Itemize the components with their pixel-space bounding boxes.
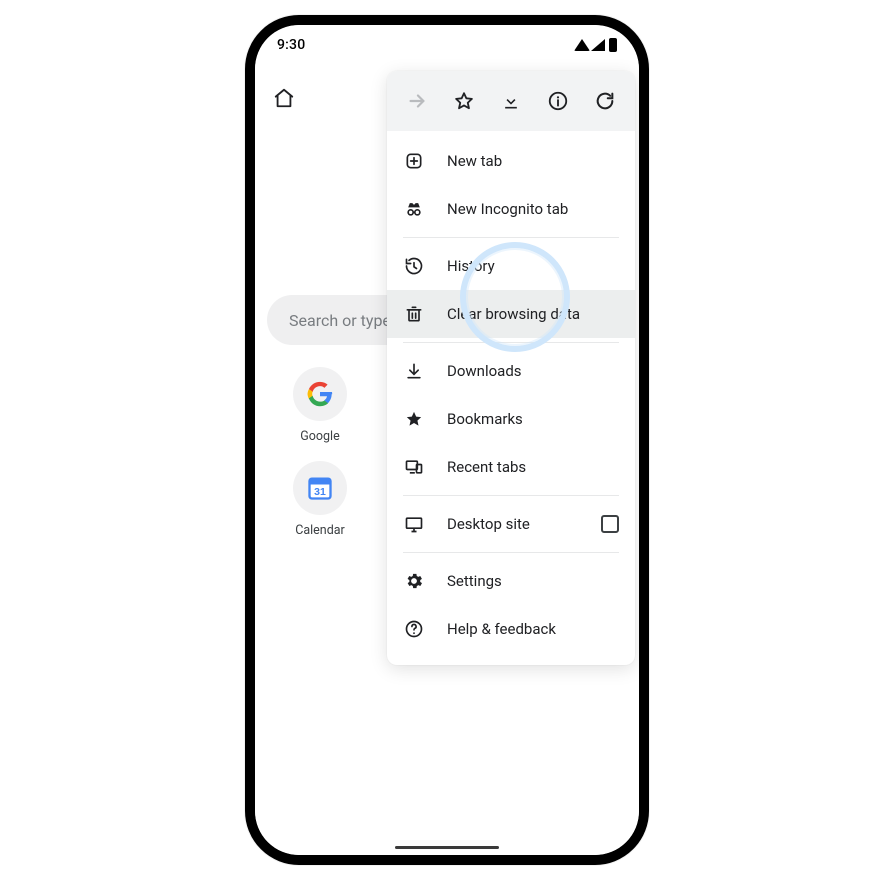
menu-divider <box>403 342 619 343</box>
menu-item-label: Bookmarks <box>447 410 523 428</box>
menu-divider <box>403 495 619 496</box>
gear-icon <box>403 570 425 592</box>
home-button[interactable] <box>264 78 304 118</box>
wifi-icon <box>574 39 590 51</box>
trash-icon <box>403 303 425 325</box>
menu-item-incognito[interactable]: New Incognito tab <box>387 185 635 233</box>
phone-frame: 9:30 <box>245 15 649 865</box>
star-outline-icon <box>453 90 475 112</box>
google-g-icon <box>293 367 347 421</box>
page-info-button[interactable] <box>538 81 578 121</box>
forward-arrow-icon <box>406 90 428 112</box>
download-button[interactable] <box>491 81 531 121</box>
downloads-icon <box>403 360 425 382</box>
shortcut-google[interactable]: Google <box>285 367 355 444</box>
menu-toolbar <box>387 71 635 131</box>
menu-item-label: New tab <box>447 152 502 170</box>
menu-item-label: History <box>447 257 495 275</box>
menu-item-label: Clear browsing data <box>447 305 580 323</box>
menu-item-label: Help & feedback <box>447 620 556 638</box>
battery-icon <box>609 38 617 52</box>
forward-button[interactable] <box>397 81 437 121</box>
shortcut-label: Calendar <box>295 523 345 538</box>
menu-item-settings[interactable]: Settings <box>387 557 635 605</box>
menu-item-new-tab[interactable]: New tab <box>387 137 635 185</box>
chrome-overflow-menu: New tab New Incognito tab History <box>387 71 635 665</box>
gesture-bar <box>395 846 499 849</box>
status-icons <box>574 38 617 52</box>
info-icon <box>547 90 569 112</box>
menu-item-label: Desktop site <box>447 515 530 533</box>
status-bar: 9:30 <box>255 25 639 65</box>
desktop-icon <box>403 513 425 535</box>
menu-item-label: New Incognito tab <box>447 200 568 218</box>
menu-item-recent-tabs[interactable]: Recent tabs <box>387 443 635 491</box>
new-tab-icon <box>403 150 425 172</box>
menu-item-downloads[interactable]: Downloads <box>387 347 635 395</box>
menu-list: New tab New Incognito tab History <box>387 131 635 665</box>
menu-item-history[interactable]: History <box>387 242 635 290</box>
menu-item-desktop-site[interactable]: Desktop site <box>387 500 635 548</box>
menu-item-label: Settings <box>447 572 502 590</box>
svg-text:31: 31 <box>314 486 326 498</box>
menu-item-help-feedback[interactable]: Help & feedback <box>387 605 635 653</box>
history-icon <box>403 255 425 277</box>
help-icon <box>403 618 425 640</box>
desktop-site-checkbox[interactable] <box>601 515 619 533</box>
reload-button[interactable] <box>585 81 625 121</box>
download-icon <box>501 91 521 111</box>
menu-item-label: Recent tabs <box>447 458 526 476</box>
reload-icon <box>594 90 616 112</box>
calendar-icon: 31 <box>293 461 347 515</box>
status-time: 9:30 <box>277 37 305 53</box>
incognito-icon <box>403 198 425 220</box>
menu-divider <box>403 552 619 553</box>
star-filled-icon <box>403 408 425 430</box>
cell-signal-icon <box>591 39 605 51</box>
home-icon <box>273 87 295 109</box>
shortcut-label: Google <box>300 429 339 444</box>
menu-item-bookmarks[interactable]: Bookmarks <box>387 395 635 443</box>
menu-item-clear-browsing-data[interactable]: Clear browsing data <box>387 290 635 338</box>
shortcut-calendar[interactable]: 31 Calendar <box>285 461 355 538</box>
menu-divider <box>403 237 619 238</box>
bookmark-button[interactable] <box>444 81 484 121</box>
devices-icon <box>403 456 425 478</box>
menu-item-label: Downloads <box>447 362 522 380</box>
